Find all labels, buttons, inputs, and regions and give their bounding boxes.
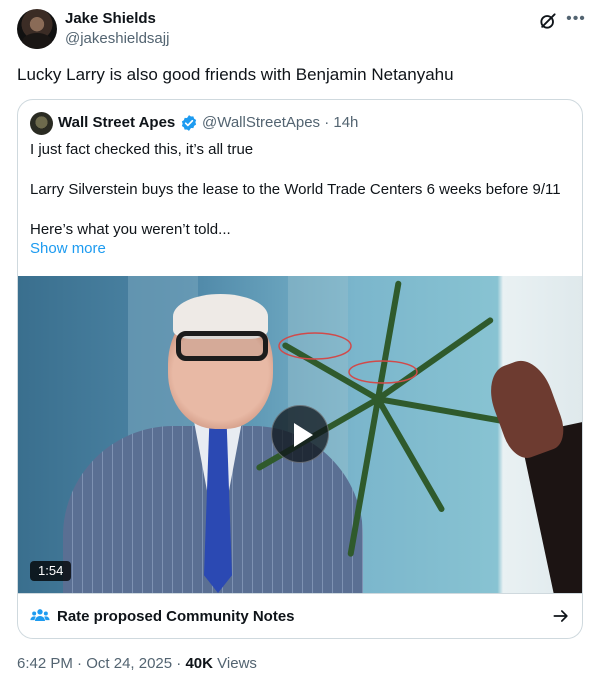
quote-text-line: Here’s what you weren’t told... <box>30 221 231 238</box>
tweet-date[interactable]: Oct 24, 2025 <box>86 655 172 672</box>
views-label: Views <box>217 655 257 672</box>
author-name[interactable]: Jake Shields <box>65 10 156 27</box>
grok-icon[interactable] <box>538 11 558 31</box>
tweet-time[interactable]: 6:42 PM <box>17 655 73 672</box>
video-duration: 1:54 <box>30 561 72 581</box>
tweet-text: Lucky Larry is also good friends with Be… <box>17 65 454 84</box>
quote-author-avatar[interactable] <box>30 112 53 135</box>
views-count: 40K <box>185 655 213 672</box>
community-notes-label[interactable]: Rate proposed Community Notes <box>57 608 295 625</box>
video-player[interactable]: 1:54 <box>18 276 582 593</box>
tweet-header: Jake Shields @jakeshieldsajj ••• <box>17 8 591 52</box>
tweet-meta: 6:42 PM · Oct 24, 2025 · 40K Views <box>17 655 257 672</box>
plant-leaf <box>347 398 381 558</box>
more-icon[interactable]: ••• <box>565 10 587 32</box>
show-more-link[interactable]: Show more <box>30 240 106 257</box>
author-handle[interactable]: @jakeshieldsajj <box>65 30 169 47</box>
quote-text-line: I just fact checked this, it’s all true <box>30 141 254 158</box>
quoted-tweet[interactable]: Wall Street Apes @WallStreetApes · 14h I… <box>17 99 583 639</box>
arrow-right-icon[interactable] <box>551 606 571 626</box>
quote-text-line: Larry Silverstein buys the lease to the … <box>30 181 561 198</box>
verified-badge-icon <box>181 115 197 131</box>
meta-separator: · <box>77 655 83 672</box>
video-hand <box>481 353 571 464</box>
play-icon[interactable] <box>271 405 329 463</box>
people-icon <box>30 609 50 621</box>
author-avatar[interactable] <box>17 9 57 49</box>
plant-leaf <box>375 397 446 514</box>
community-notes-bar[interactable]: Rate proposed Community Notes <box>18 593 582 638</box>
red-circle-annotation <box>278 332 418 384</box>
quote-author-name[interactable]: Wall Street Apes <box>58 114 175 131</box>
meta-separator: · <box>176 655 182 672</box>
quote-author-handle[interactable]: @WallStreetApes · 14h <box>202 114 358 131</box>
video-subject-glasses <box>176 331 268 361</box>
